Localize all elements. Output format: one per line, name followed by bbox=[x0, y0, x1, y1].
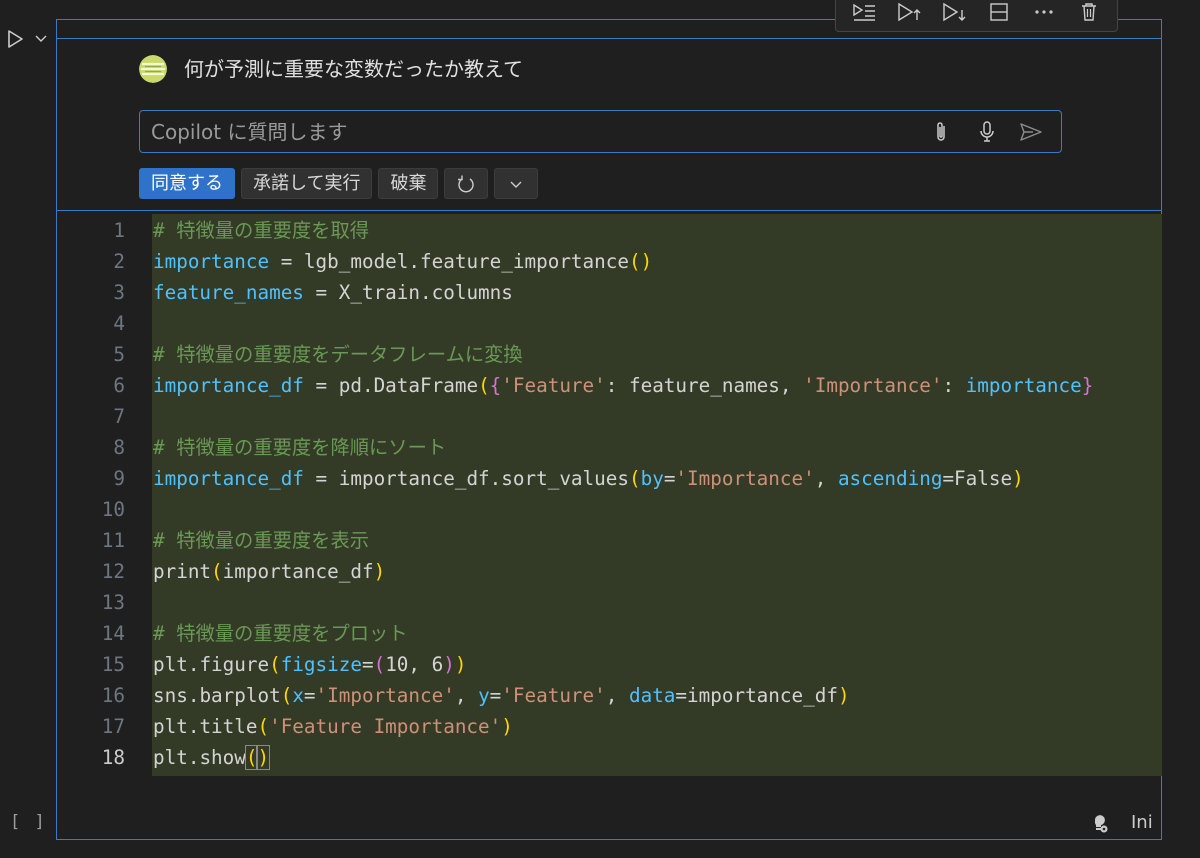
code-line: 6 importance_df = pd.DataFrame({'Feature'… bbox=[113, 374, 1094, 397]
discard-button[interactable]: 破棄 bbox=[378, 168, 439, 199]
code-line: 5 # 特徴量の重要度をデータフレームに変換 bbox=[113, 343, 523, 366]
chat-question-text: 何が予測に重要な変数だったか教えて bbox=[184, 57, 523, 81]
send-icon[interactable] bbox=[1018, 119, 1044, 145]
play-icon bbox=[8, 30, 23, 48]
code-line: 10 bbox=[101, 498, 125, 521]
code-line: 4 bbox=[113, 312, 125, 335]
code-line: 16 sns.barplot(x='Importance', y='Feature… bbox=[101, 684, 850, 707]
code-line: 17 plt.title('Feature Importance') bbox=[101, 715, 513, 738]
copilot-prompt-input[interactable] bbox=[151, 119, 911, 145]
microphone-icon[interactable] bbox=[974, 119, 1000, 145]
code-line: 15 plt.figure(figsize=(10, 6)) bbox=[101, 653, 467, 676]
more-icon[interactable] bbox=[1030, 0, 1058, 26]
split-cell-icon[interactable] bbox=[985, 0, 1013, 26]
cell-language[interactable]: Ini bbox=[1131, 812, 1153, 833]
code-line: 9 importance_df = importance_df.sort_valu… bbox=[113, 467, 1024, 490]
cell-top-divider bbox=[56, 38, 1162, 39]
run-above-icon[interactable] bbox=[895, 0, 923, 26]
code-line: 2 importance = lgb_model.feature_importan… bbox=[113, 250, 653, 273]
run-cell-button[interactable] bbox=[2, 26, 28, 52]
attach-icon[interactable] bbox=[928, 119, 954, 145]
code-line: 1 # 特徴量の重要度を取得 bbox=[113, 219, 370, 242]
code-line: 3 feature_names = X_train.columns bbox=[113, 281, 513, 304]
copilot-prompt-box[interactable] bbox=[139, 110, 1062, 153]
code-line: 11 # 特徴量の重要度を表示 bbox=[101, 529, 370, 552]
user-avatar bbox=[139, 55, 167, 83]
code-line: 12 print(importance_df) bbox=[101, 560, 386, 583]
chat-actions: 同意する 承諾して実行 破棄 bbox=[139, 168, 539, 199]
code-editor[interactable]: 1 # 特徴量の重要度を取得 2 importance = lgb_model.fe… bbox=[0, 215, 1162, 773]
chat-divider bbox=[56, 210, 1162, 211]
refresh-icon bbox=[458, 175, 475, 192]
accept-and-run-button[interactable]: 承諾して実行 bbox=[241, 168, 373, 199]
delete-icon[interactable] bbox=[1075, 0, 1103, 26]
code-line: 13 bbox=[101, 591, 125, 614]
run-options-chevron-icon[interactable] bbox=[33, 30, 49, 46]
code-line: 14 # 特徴量の重要度をプロット bbox=[101, 622, 408, 645]
code-line: 7 bbox=[113, 405, 125, 428]
execution-count: [ ] bbox=[10, 812, 47, 832]
execute-above-icon[interactable] bbox=[850, 0, 878, 26]
code-line: 18 plt.show() bbox=[101, 745, 271, 770]
code-line: 8 # 特徴量の重要度を降順にソート bbox=[113, 436, 447, 459]
run-below-icon[interactable] bbox=[940, 0, 968, 26]
lightbulb-icon[interactable] bbox=[1088, 812, 1110, 834]
chevron-down-icon bbox=[510, 181, 522, 188]
cell-toolbar bbox=[835, 0, 1118, 32]
regenerate-button[interactable] bbox=[444, 168, 489, 199]
accept-button[interactable]: 同意する bbox=[139, 168, 235, 199]
more-actions-button[interactable] bbox=[494, 168, 539, 199]
